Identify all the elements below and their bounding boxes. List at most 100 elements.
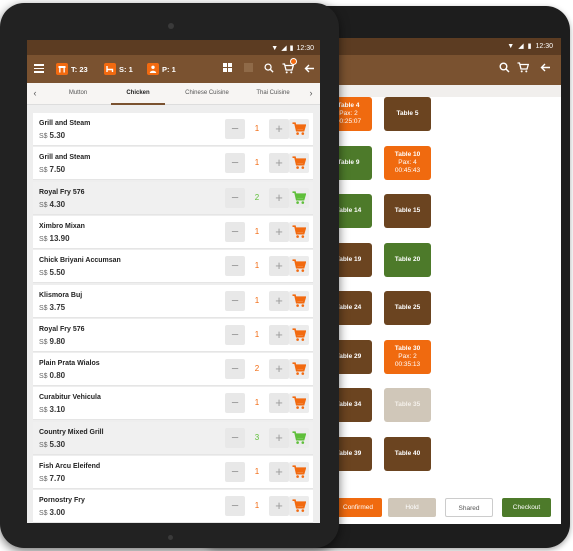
menu-item-row[interactable]: Pornostry Fry S$ 3.00 −1 + <box>33 490 313 523</box>
checkout-button[interactable]: Checkout <box>502 498 551 517</box>
table-tile[interactable]: Table 10 Pax: 4 00:45:43 <box>384 145 431 180</box>
back-arrow-icon[interactable] <box>538 62 552 76</box>
item-name: Chick Briyani Accumsan <box>39 257 121 265</box>
menu-item-row[interactable]: Chick Briyani Accumsan S$ 5.50 −1 + <box>33 250 313 284</box>
decrease-qty-button[interactable]: − <box>225 393 245 414</box>
add-to-cart-button[interactable] <box>289 256 309 277</box>
decrease-qty-button[interactable]: − <box>225 496 245 517</box>
menu-icon[interactable] <box>34 64 44 73</box>
decrease-qty-button[interactable]: − <box>225 119 245 139</box>
menu-item-row[interactable]: Royal Fry 576 S$ 4.30 −2 + <box>33 181 313 215</box>
increase-qty-button[interactable]: + <box>269 256 289 277</box>
table-tile[interactable]: Table 35 <box>384 388 431 422</box>
menu-item-row[interactable]: Fish Arcu Eleifend S$ 7.70 −1 + <box>33 456 313 489</box>
menu-item-row[interactable]: Grill and Steam S$ 5.30 −1 + <box>33 113 313 146</box>
menu-item-row[interactable]: Country Mixed Grill S$ 5.30 −3 + <box>33 421 313 455</box>
add-to-cart-button[interactable] <box>289 496 309 517</box>
increase-qty-button[interactable]: + <box>269 187 289 208</box>
increase-qty-button[interactable]: + <box>269 153 289 174</box>
decrease-qty-button[interactable]: − <box>225 359 245 380</box>
decrease-qty-button[interactable]: − <box>225 187 245 208</box>
currency-label: S$ <box>39 338 48 346</box>
wifi-icon: ▼ <box>271 45 279 52</box>
item-price-value: 9.80 <box>49 336 66 346</box>
increase-qty-button[interactable]: + <box>269 462 289 482</box>
status-bar: ▼ ◢ ▮ 12:30 <box>27 40 320 55</box>
add-to-cart-button[interactable] <box>289 359 309 380</box>
table-tile[interactable]: Table 25 <box>384 291 431 325</box>
decrease-qty-button[interactable]: − <box>225 290 245 311</box>
tab-thai-cuisine[interactable]: Thai Cuisine <box>247 83 299 105</box>
menu-item-row[interactable]: Ximbro Mixan S$ 13.90 −1 + <box>33 215 313 249</box>
menu-item-row[interactable]: Klismora Buj S$ 3.75 −1 + <box>33 284 313 318</box>
cart-icon[interactable] <box>282 63 295 77</box>
menu-item-row[interactable]: Curabitur Vehicula S$ 3.10 −1 + <box>33 387 313 421</box>
add-to-cart-button[interactable] <box>289 462 309 482</box>
category-prev-arrow[interactable]: ‹ <box>30 88 40 98</box>
cart-icon[interactable] <box>516 62 530 76</box>
item-price: S$ 7.70 <box>39 474 65 483</box>
tab-chicken[interactable]: Chicken <box>111 83 165 105</box>
item-price: S$ 5.30 <box>39 440 65 449</box>
clock: 12:30 <box>296 45 314 52</box>
menu-item-row[interactable]: Plain Prata Wialos S$ 0.80 −2 + <box>33 353 313 387</box>
add-to-cart-button[interactable] <box>289 290 309 311</box>
menu-item-row[interactable]: Grill and Steam S$ 7.50 −1 + <box>33 147 313 181</box>
tab-chinese-cuisine[interactable]: Chinese Cuisine <box>171 83 243 105</box>
tab-mutton[interactable]: Mutton <box>47 83 109 105</box>
decrease-qty-button[interactable]: − <box>225 256 245 277</box>
add-to-cart-button[interactable] <box>289 393 309 414</box>
decrease-qty-button[interactable]: − <box>225 427 245 448</box>
back-arrow-icon[interactable] <box>303 63 315 77</box>
increase-qty-button[interactable]: + <box>269 119 289 139</box>
add-to-cart-button[interactable] <box>289 221 309 242</box>
add-to-cart-button[interactable] <box>289 187 309 208</box>
add-to-cart-button[interactable] <box>289 119 309 139</box>
table-tile[interactable]: Table 20 <box>384 242 431 277</box>
table-tile[interactable]: Table 15 <box>384 194 431 228</box>
pax-count[interactable]: P: 1 <box>147 62 176 76</box>
seats-count[interactable]: S: 1 <box>104 62 133 76</box>
item-name: Pornostry Fry <box>39 497 85 505</box>
table-tile[interactable]: Table 30 Pax: 2 00:35:13 <box>384 339 431 374</box>
shared-button[interactable]: Shared <box>445 498 493 517</box>
add-to-cart-button[interactable] <box>289 153 309 174</box>
increase-qty-button[interactable]: + <box>269 427 289 448</box>
add-to-cart-button[interactable] <box>289 427 309 448</box>
table-tile[interactable]: Table 40 <box>384 436 431 471</box>
search-icon[interactable] <box>497 62 511 76</box>
decrease-qty-button[interactable]: − <box>225 153 245 174</box>
tables-count[interactable]: T: 23 <box>56 62 88 76</box>
item-quantity: 1 <box>254 158 260 168</box>
increase-qty-button[interactable]: + <box>269 496 289 517</box>
table-pax: Pax: 2 <box>398 352 417 360</box>
increase-qty-button[interactable]: + <box>269 359 289 380</box>
signal-icon: ◢ <box>281 45 287 52</box>
list-view-icon[interactable] <box>242 63 254 75</box>
increase-qty-button[interactable]: + <box>269 221 289 242</box>
menu-item-row[interactable]: Royal Fry 576 S$ 9.80 −1 + <box>33 318 313 352</box>
grid-view-icon[interactable] <box>221 63 233 75</box>
decrease-qty-button[interactable]: − <box>225 462 245 482</box>
currency-label: S$ <box>39 133 48 140</box>
decrease-qty-button[interactable]: − <box>225 221 245 242</box>
increase-qty-button[interactable]: + <box>269 290 289 311</box>
table-label: Table 35 <box>394 401 421 408</box>
item-price-value: 3.10 <box>49 405 66 415</box>
table-tile[interactable]: Table 5 <box>384 97 431 131</box>
currency-label: S$ <box>39 235 48 243</box>
search-icon[interactable] <box>263 63 275 76</box>
hold-button[interactable]: Hold <box>388 498 436 517</box>
wifi-icon: ▼ <box>507 43 515 50</box>
add-to-cart-button[interactable] <box>289 324 309 345</box>
item-name: Fish Arcu Eleifend <box>39 463 101 470</box>
confirmed-button[interactable]: Confirmed <box>334 498 382 517</box>
increase-qty-button[interactable]: + <box>269 393 289 414</box>
decrease-qty-button[interactable]: − <box>225 324 245 345</box>
table-label: Table 5 <box>396 110 419 117</box>
currency-label: S$ <box>39 201 48 209</box>
item-quantity: 3 <box>254 432 260 442</box>
category-next-arrow[interactable]: › <box>306 88 316 98</box>
increase-qty-button[interactable]: + <box>269 324 289 345</box>
table-timer: 00:45:43 <box>394 166 421 174</box>
